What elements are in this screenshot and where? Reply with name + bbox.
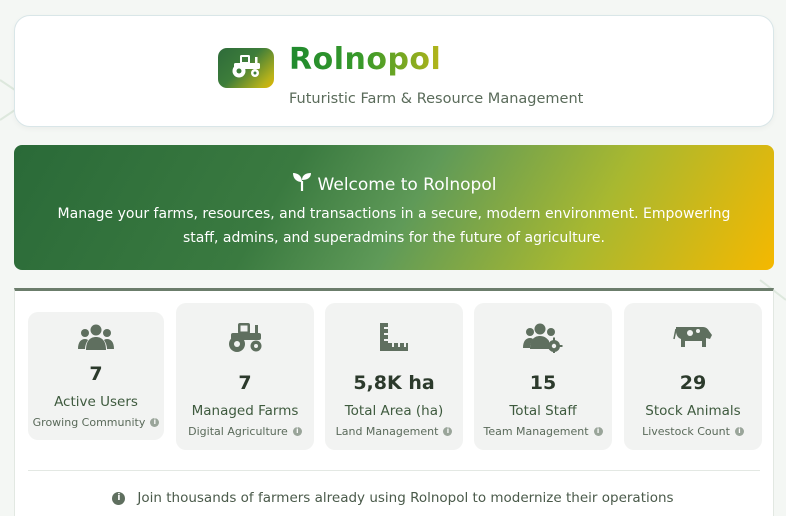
- stat-card-total-area: 5,8K ha Total Area (ha) Land Management …: [325, 303, 463, 450]
- stat-sub: Land Management i: [325, 425, 463, 438]
- users-icon: [28, 322, 164, 352]
- stat-sub-text: Growing Community: [32, 416, 146, 429]
- stat-sub-text: Livestock Count: [642, 425, 730, 438]
- stat-sub: Growing Community i: [28, 416, 164, 429]
- stat-label: Total Area (ha): [344, 403, 444, 419]
- info-icon[interactable]: i: [734, 427, 744, 436]
- stat-value: 7: [238, 372, 252, 394]
- stat-label: Active Users: [54, 394, 138, 410]
- welcome-title: Welcome to Rolnopol: [317, 174, 497, 195]
- stat-label: Managed Farms: [191, 403, 299, 419]
- stat-sub-text: Land Management: [335, 425, 439, 438]
- stat-value: 29: [679, 372, 707, 394]
- cow-icon: [624, 321, 762, 351]
- tractor-icon: [228, 53, 264, 83]
- users-gear-icon: [474, 321, 612, 353]
- footer-note: i Join thousands of farmers already usin…: [0, 490, 786, 506]
- stat-sub: Team Management i: [474, 425, 612, 438]
- info-icon[interactable]: i: [150, 418, 160, 427]
- info-icon[interactable]: i: [292, 427, 302, 436]
- stat-sub-text: Digital Agriculture: [188, 425, 288, 438]
- ruler-icon: [325, 321, 463, 353]
- info-icon: i: [112, 491, 126, 505]
- welcome-heading: Welcome to Rolnopol: [14, 172, 774, 197]
- logo: [218, 48, 274, 88]
- stat-card-active-users: 7 Active Users Growing Community i: [28, 312, 164, 440]
- stat-card-stock-animals: 29 Stock Animals Livestock Count i: [624, 303, 762, 450]
- brand-subtitle: Futuristic Farm & Resource Management: [289, 91, 584, 107]
- stat-value: 7: [89, 363, 103, 385]
- stat-card-managed-farms: 7 Managed Farms Digital Agriculture i: [176, 303, 314, 450]
- stat-card-total-staff: 15 Total Staff Team Management i: [474, 303, 612, 450]
- seedling-icon: [292, 172, 312, 197]
- stat-sub: Digital Agriculture i: [176, 425, 314, 438]
- brand-title: Rolnopol: [289, 42, 442, 77]
- tractor-icon: [176, 321, 314, 353]
- welcome-banner: Welcome to Rolnopol Manage your farms, r…: [14, 145, 774, 270]
- info-icon[interactable]: i: [593, 427, 603, 436]
- stat-value: 15: [529, 372, 557, 394]
- info-icon[interactable]: i: [443, 427, 453, 436]
- stat-sub-text: Team Management: [483, 425, 589, 438]
- divider: [28, 470, 760, 471]
- header-card: Rolnopol Futuristic Farm & Resource Mana…: [14, 15, 774, 127]
- welcome-text: Manage your farms, resources, and transa…: [57, 206, 731, 246]
- stat-value: 5,8K ha: [353, 372, 435, 394]
- stat-sub: Livestock Count i: [624, 425, 762, 438]
- footer-text: Join thousands of farmers already using …: [137, 490, 674, 506]
- stat-label: Stock Animals: [645, 403, 741, 419]
- stat-label: Total Staff: [509, 403, 577, 419]
